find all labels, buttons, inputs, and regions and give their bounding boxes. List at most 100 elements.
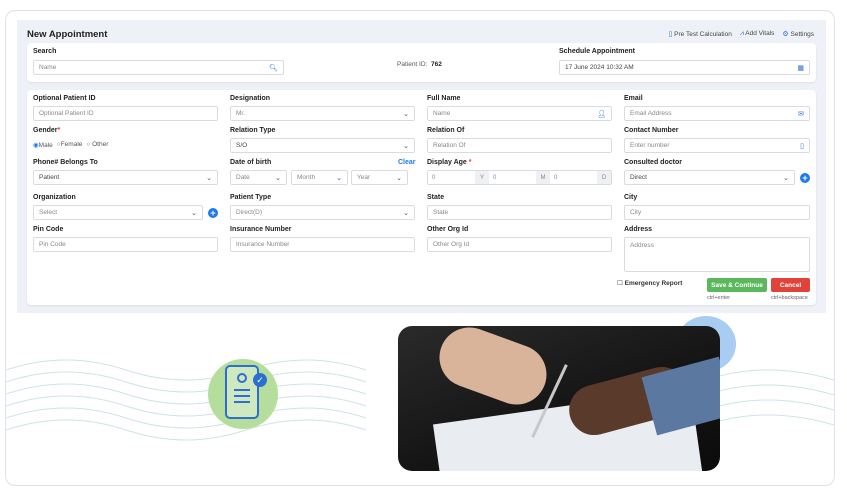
emergency-label: Emergency Report [624, 280, 683, 287]
search-label: Search [33, 48, 57, 55]
relation-type-label: Relation Type [230, 127, 276, 134]
id-card-icon [225, 365, 259, 419]
option-label: Male [38, 142, 53, 149]
designation-label: Designation [230, 95, 271, 102]
option-label: Other [92, 141, 109, 148]
gender-label-text: Gender [33, 127, 58, 134]
placeholder: Insurance Number [236, 241, 290, 248]
pulse-icon: ⩘ [739, 30, 744, 37]
value: S/O [236, 142, 248, 149]
dob-month-select[interactable]: Month ⌄ [291, 170, 348, 185]
relation-of-input[interactable]: Relation Of [427, 138, 612, 153]
search-input[interactable]: Name 🔍︎ [33, 60, 284, 75]
required-mark: * [57, 127, 61, 134]
chevron-down-icon: ⌄ [336, 174, 342, 182]
calendar-icon[interactable]: ▦ [797, 64, 804, 72]
schedule-input[interactable]: 17 June 2024 10:32 AM ▦ [559, 60, 810, 75]
patient-id-label: Patient ID: [397, 61, 428, 68]
address-label: Address [624, 226, 653, 233]
relation-of-label: Relation Of [427, 127, 465, 134]
dob-clear-link[interactable]: Clear [398, 159, 416, 166]
insurance-input[interactable]: Insurance Number [230, 237, 415, 252]
other-org-label: Other Org Id [427, 226, 469, 233]
toolbar: ▯ Pre Test Calculation ⩘ Add Vitals ⚙ Se… [668, 30, 814, 38]
pin-input[interactable]: Pin Code [33, 237, 218, 252]
search-placeholder: Name [39, 64, 57, 71]
gender-radio-group: ◉Male ○Female ○ Other [33, 141, 108, 149]
search-card: Search Name 🔍︎ Patient ID: 762 Schedule A… [27, 43, 816, 82]
other-org-input[interactable]: Other Org Id [427, 237, 612, 252]
patient-type-select[interactable]: Direct(D) ⌄ [230, 205, 415, 220]
contact-label: Contact Number [624, 127, 679, 134]
chevron-down-icon: ⌄ [403, 110, 409, 118]
search-icon[interactable]: 🔍︎ [269, 64, 278, 72]
unit: M [536, 171, 550, 184]
phone-belongs-select[interactable]: Patient ⌄ [33, 170, 218, 185]
gear-icon: ⚙ [782, 31, 789, 38]
address-textarea[interactable]: Address [624, 237, 810, 272]
dob-year-select[interactable]: Year ⌄ [351, 170, 408, 185]
cancel-hint: ctrl+backspace [771, 295, 808, 301]
gender-label: Gender* [33, 127, 60, 134]
placeholder: Email Address [630, 110, 672, 117]
designation-select[interactable]: Mr. ⌄ [230, 106, 415, 121]
email-input[interactable]: Email Address ✉ [624, 106, 810, 121]
state-input[interactable]: State [427, 205, 612, 220]
email-label: Email [624, 95, 643, 102]
check-badge-icon: ✓ [253, 373, 267, 387]
doctor-select[interactable]: Direct ⌄ [624, 170, 795, 185]
placeholder: Pin Code [39, 241, 66, 248]
optional-id-label: Optional Patient ID [33, 95, 96, 102]
chevron-down-icon: ⌄ [206, 174, 212, 182]
placeholder: Relation Of [433, 142, 466, 149]
age-months-input[interactable]: 0 [489, 171, 536, 184]
checkbox-icon: ☐ [617, 280, 623, 287]
organization-select[interactable]: Select ⌄ [33, 205, 203, 220]
value: Mr. [236, 110, 246, 117]
age-days-input[interactable]: 0 [550, 171, 597, 184]
doctor-label: Consulted doctor [624, 159, 682, 166]
add-vitals-link[interactable]: ⩘ Add Vitals [740, 30, 775, 38]
placeholder: Enter number [630, 142, 670, 149]
placeholder: Name [433, 110, 451, 117]
organization-label: Organization [33, 194, 76, 201]
pretest-link[interactable]: ▯ Pre Test Calculation [668, 30, 731, 38]
unit: Y [475, 171, 489, 184]
cancel-button[interactable]: Cancel [771, 278, 810, 292]
phone-icon: ▯ [800, 142, 804, 150]
schedule-value: 17 June 2024 10:32 AM [565, 64, 634, 71]
id-card-illustration: ✓ [208, 359, 278, 429]
envelope-icon: ✉ [798, 110, 804, 118]
emergency-checkbox[interactable]: ☐ Emergency Report [617, 279, 682, 287]
value: Direct [630, 174, 647, 181]
add-organization-button[interactable]: + [208, 208, 218, 218]
calculator-icon: ▯ [668, 31, 673, 38]
hand-left [431, 326, 555, 414]
save-continue-button[interactable]: Save & Continue [707, 278, 767, 292]
chevron-down-icon: ⌄ [396, 174, 402, 182]
contact-input[interactable]: Enter number ▯ [624, 138, 810, 153]
user-icon: 👤︎ [597, 110, 606, 118]
full-name-input[interactable]: Name 👤︎ [427, 106, 612, 121]
state-label: State [427, 194, 445, 201]
gender-male-radio[interactable]: ◉Male [33, 141, 53, 149]
value: Direct(D) [236, 209, 262, 216]
placeholder: State [433, 209, 449, 216]
signing-photo [398, 326, 720, 471]
chevron-down-icon: ⌄ [403, 142, 409, 150]
dob-label: Date of birth [230, 159, 272, 166]
gender-other-radio[interactable]: ○ Other [86, 141, 108, 149]
insurance-label: Insurance Number [230, 226, 292, 233]
city-input[interactable]: City [624, 205, 810, 220]
age-years-input[interactable]: 0 [428, 171, 475, 184]
chevron-down-icon: ⌄ [783, 174, 789, 182]
add-doctor-button[interactable]: + [800, 173, 810, 183]
dob-date-select[interactable]: Date ⌄ [230, 170, 287, 185]
gender-female-radio[interactable]: ○Female [57, 141, 83, 149]
settings-link[interactable]: ⚙ Settings [782, 30, 814, 38]
chevron-down-icon: ⌄ [275, 174, 281, 182]
age-label: Display Age * [427, 159, 472, 166]
placeholder: Other Org Id [433, 241, 470, 248]
optional-id-input[interactable]: Optional Patient ID [33, 106, 218, 121]
relation-type-select[interactable]: S/O ⌄ [230, 138, 415, 153]
